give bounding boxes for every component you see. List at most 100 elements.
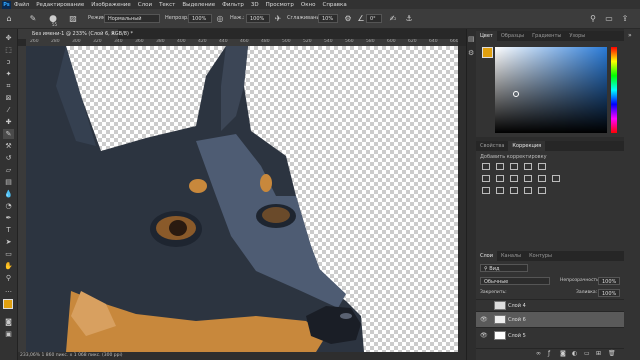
menu-layers[interactable]: Слои (138, 2, 152, 8)
airbrush-icon[interactable]: ✈ (273, 14, 283, 24)
eyedropper-tool-icon[interactable]: ⁄ (3, 105, 14, 115)
blur-tool-icon[interactable]: 💧 (3, 189, 14, 199)
color-picker-cursor[interactable] (513, 91, 519, 97)
marquee-tool-icon[interactable]: ⬚ (3, 45, 14, 55)
posterize-icon[interactable] (496, 187, 504, 194)
move-tool-icon[interactable]: ✥ (3, 33, 14, 43)
brush-settings-icon[interactable]: ▨ (68, 14, 78, 24)
menu-window[interactable]: Окно (301, 2, 316, 8)
adjustment-layer-icon[interactable]: ◐ (572, 350, 577, 357)
tab-layers[interactable]: Слои (476, 251, 497, 261)
tab-color[interactable]: Цвет (476, 31, 497, 41)
collapse-panels-icon[interactable]: » (628, 32, 632, 39)
quick-mask-icon[interactable]: ◙ (3, 317, 14, 327)
angle-input[interactable]: 0° (366, 14, 382, 23)
gradient-tool-icon[interactable]: ▤ (3, 177, 14, 187)
foreground-color-swatch[interactable] (3, 299, 13, 309)
mode-select[interactable]: Нормальный (104, 14, 160, 23)
vibrance-icon[interactable] (538, 163, 546, 170)
layer-name[interactable]: Слой 6 (508, 317, 526, 323)
menu-help[interactable]: Справка (322, 2, 346, 8)
curves-icon[interactable] (510, 163, 518, 170)
fill-input[interactable]: 100% (598, 289, 620, 297)
tab-channels[interactable]: Каналы (497, 251, 525, 261)
workspace-icon[interactable]: ▭ (604, 14, 614, 24)
layer-filter-select[interactable]: ⚲ Вид (480, 264, 528, 272)
tab-paths[interactable]: Контуры (525, 251, 556, 261)
black-white-icon[interactable] (510, 175, 518, 182)
brightness-icon[interactable] (482, 163, 490, 170)
tab-properties[interactable]: Свойства (476, 141, 508, 151)
threshold-icon[interactable] (510, 187, 518, 194)
menu-edit[interactable]: Редактирование (36, 2, 84, 8)
menu-view[interactable]: Просмотр (266, 2, 294, 8)
quick-select-tool-icon[interactable]: ✦ (3, 69, 14, 79)
menu-select[interactable]: Выделение (182, 2, 215, 8)
search-icon[interactable]: ⚲ (588, 14, 598, 24)
menu-3d[interactable]: 3D (251, 2, 259, 8)
symmetry-icon[interactable]: ⚓ (404, 14, 414, 24)
menu-file[interactable]: Файл (14, 2, 29, 8)
tab-patterns[interactable]: Узоры (565, 31, 589, 41)
photo-filter-icon[interactable] (524, 175, 532, 182)
color-picker-field[interactable] (495, 47, 607, 133)
selective-color-icon[interactable] (538, 187, 546, 194)
document-canvas[interactable] (26, 46, 458, 352)
levels-icon[interactable] (496, 163, 504, 170)
crop-tool-icon[interactable]: ⌗ (3, 81, 14, 91)
link-layers-icon[interactable]: ∞ (536, 350, 541, 357)
mask-icon[interactable]: ◙ (560, 350, 566, 357)
history-panel-icon[interactable]: ▤ (468, 35, 475, 43)
brush-tool-icon[interactable]: ✎ (28, 14, 38, 24)
hue-sat-icon[interactable] (482, 175, 490, 182)
eye-icon[interactable]: 👁 (480, 316, 488, 323)
layer-row-selected[interactable]: 👁 Слой 6 (476, 311, 624, 327)
group-icon[interactable]: ▭ (584, 350, 590, 357)
fx-icon[interactable]: ƒ (548, 350, 550, 357)
close-tab-icon[interactable]: × (111, 29, 115, 39)
channel-mixer-icon[interactable] (538, 175, 546, 182)
zoom-tool-icon[interactable]: ⚲ (3, 273, 14, 283)
invert-icon[interactable] (482, 187, 490, 194)
brush-tool-icon-active[interactable]: ✎ (3, 129, 14, 139)
blend-mode-select[interactable]: Обычные (480, 277, 550, 285)
delete-layer-icon[interactable]: 🗑 (608, 350, 616, 357)
eraser-tool-icon[interactable]: ▱ (3, 165, 14, 175)
pressure-opacity-icon[interactable]: ◎ (215, 14, 225, 24)
color-balance-icon[interactable] (496, 175, 504, 182)
exposure-icon[interactable] (524, 163, 532, 170)
hue-slider[interactable] (611, 47, 617, 133)
menu-type[interactable]: Текст (159, 2, 175, 8)
gradient-map-icon[interactable] (524, 187, 532, 194)
menu-filter[interactable]: Фильтр (222, 2, 244, 8)
hand-tool-icon[interactable]: ✋ (3, 261, 14, 271)
smoothing-gear-icon[interactable]: ⚙ (343, 14, 353, 24)
flow-input[interactable]: 100% (246, 14, 270, 23)
tab-gradients[interactable]: Градиенты (528, 31, 565, 41)
color-lookup-icon[interactable] (552, 175, 560, 182)
new-layer-icon[interactable]: ⊞ (596, 350, 601, 357)
screen-mode-icon[interactable]: ▣ (3, 329, 14, 339)
type-tool-icon[interactable]: T (3, 225, 14, 235)
vertical-scrollbar[interactable] (458, 46, 466, 352)
pressure-size-icon[interactable]: ✍ (388, 14, 398, 24)
lasso-tool-icon[interactable]: ↄ (3, 57, 14, 67)
home-icon[interactable]: ⌂ (4, 14, 14, 24)
tab-adjustments[interactable]: Коррекция (508, 141, 546, 151)
more-tools-icon[interactable]: … (3, 285, 14, 295)
smoothing-input[interactable]: 10% (318, 14, 338, 23)
share-icon[interactable]: ⇪ (620, 14, 630, 24)
healing-brush-tool-icon[interactable]: ✚ (3, 117, 14, 127)
menu-image[interactable]: Изображение (91, 2, 131, 8)
tab-swatches[interactable]: Образцы (497, 31, 528, 41)
pen-tool-icon[interactable]: ✒ (3, 213, 14, 223)
layer-row[interactable]: 👁 Слой 5 (476, 327, 624, 343)
layer-name[interactable]: Слой 5 (508, 333, 526, 339)
dodge-tool-icon[interactable]: ◔ (3, 201, 14, 211)
document-tab[interactable]: Без имени-1 @ 233% (Слой 6, RGB/8) * × (18, 29, 133, 39)
shape-tool-icon[interactable]: ▭ (3, 249, 14, 259)
layer-name[interactable]: Слой 4 (508, 303, 526, 309)
stamp-tool-icon[interactable]: ⚒ (3, 141, 14, 151)
history-brush-tool-icon[interactable]: ↺ (3, 153, 14, 163)
opacity-input[interactable]: 100% (188, 14, 212, 23)
